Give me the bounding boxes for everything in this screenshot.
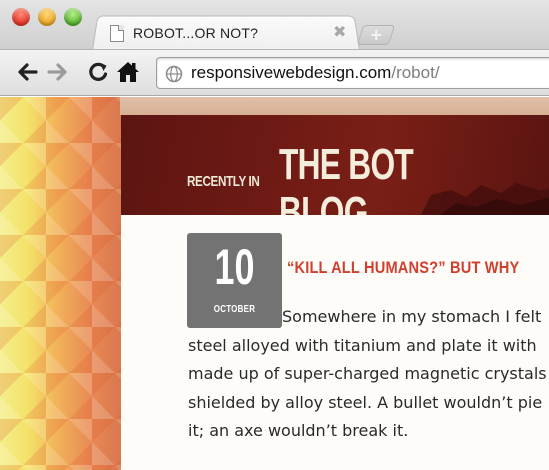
tab-title: ROBOT...OR NOT? xyxy=(133,25,259,41)
date-day: 10 xyxy=(214,239,255,295)
browser-tab-content[interactable]: ROBOT...OR NOT? xyxy=(110,20,258,46)
zoom-window-button[interactable] xyxy=(64,8,82,26)
page-viewport[interactable]: RECENTLY IN THE BOT BLOG 10 OCTOBER “KIL… xyxy=(0,97,549,470)
blog-banner: RECENTLY IN THE BOT BLOG xyxy=(121,115,549,215)
close-window-button[interactable] xyxy=(12,8,30,26)
plus-icon: + xyxy=(369,25,383,44)
globe-icon xyxy=(165,65,183,83)
decorative-pattern xyxy=(0,97,140,470)
forward-arrow-icon[interactable] xyxy=(47,58,69,94)
home-icon[interactable] xyxy=(116,60,140,84)
tab-close-icon[interactable]: ✖ xyxy=(333,22,346,41)
browser-toolbar: responsivewebdesign.com/robot/ xyxy=(0,49,549,96)
post-body-line: Somewhere in my stomach I felt xyxy=(282,307,542,326)
browser-titlebar: ROBOT...OR NOT? ✖ + xyxy=(0,0,549,51)
url-text[interactable]: responsivewebdesign.com/robot/ xyxy=(191,63,440,83)
post-body-line: shielded by alloy steel. A bullet wouldn… xyxy=(188,392,543,412)
decorative-top-strip xyxy=(120,97,549,115)
post-headline[interactable]: “KILL ALL HUMANS?” BUT WHY xyxy=(287,258,519,278)
reload-icon[interactable] xyxy=(87,58,109,94)
url-path: /robot/ xyxy=(391,63,440,82)
new-tab-button[interactable]: + xyxy=(356,25,396,45)
page-favicon-icon xyxy=(110,24,124,42)
post-body-line: it; an axe wouldn’t break it. xyxy=(188,421,409,440)
post-body-line: made up of super-charged magnetic crysta… xyxy=(188,364,547,383)
post-body-line: steel alloyed with titanium and plate it… xyxy=(188,335,537,355)
url-host: responsivewebdesign.com xyxy=(191,63,392,82)
blog-post: 10 OCTOBER “KILL ALL HUMANS?” BUT WHY So… xyxy=(121,215,549,470)
banner-kicker: RECENTLY IN xyxy=(187,173,260,190)
back-arrow-icon[interactable] xyxy=(16,58,38,94)
address-bar[interactable]: responsivewebdesign.com/robot/ xyxy=(156,57,549,89)
post-body: Somewhere in my stomach I felt steel all… xyxy=(188,303,549,446)
banner-title[interactable]: THE BOT BLOG xyxy=(279,141,473,216)
minimize-window-button[interactable] xyxy=(38,8,56,26)
